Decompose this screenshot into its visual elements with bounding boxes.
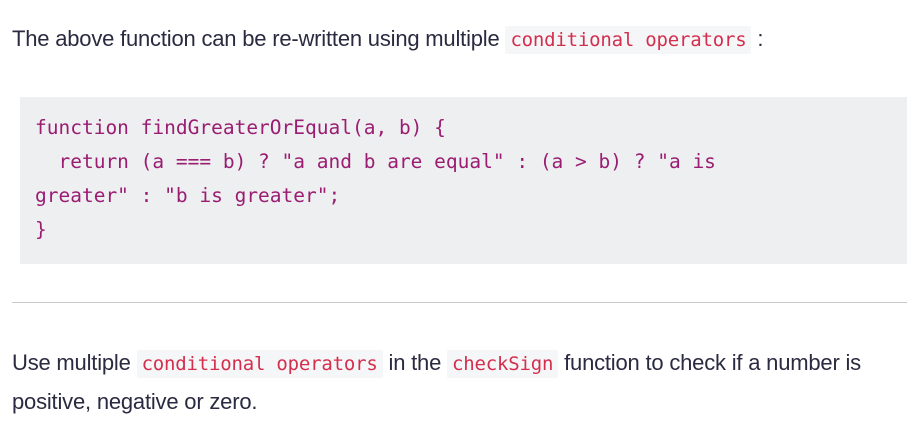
- code-line: }: [35, 218, 47, 241]
- inline-code-checksign: checkSign: [447, 350, 559, 378]
- instruction-text: in the: [382, 350, 448, 375]
- section-divider: [12, 302, 907, 303]
- inline-code-conditional-operators: conditional operators: [505, 26, 752, 54]
- inline-code-conditional-operators: conditional operators: [136, 350, 383, 378]
- code-block-content: function findGreaterOrEqual(a, b) { retu…: [35, 111, 716, 247]
- code-block: function findGreaterOrEqual(a, b) { retu…: [20, 97, 907, 264]
- code-line: function findGreaterOrEqual(a, b) {: [35, 116, 446, 139]
- intro-text: The above function can be re-written usi…: [12, 26, 506, 51]
- instruction-text: Use multiple: [12, 350, 137, 375]
- intro-paragraph: The above function can be re-written usi…: [12, 20, 763, 59]
- code-line: greater" : "b is greater";: [35, 184, 341, 207]
- instruction-paragraph: Use multiple conditional operators in th…: [12, 344, 882, 421]
- intro-text-end: :: [751, 26, 764, 51]
- code-line: return (a === b) ? "a and b are equal" :…: [35, 150, 716, 173]
